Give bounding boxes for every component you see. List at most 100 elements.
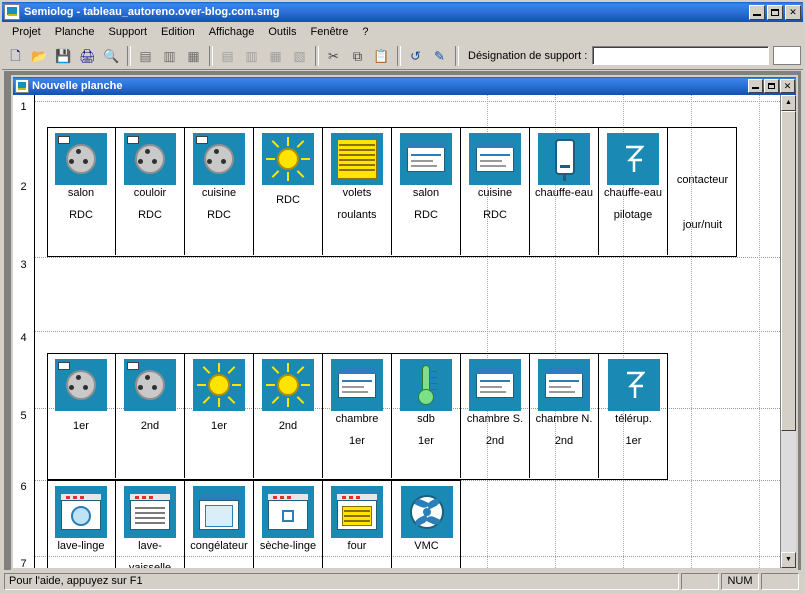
menu-item-projet[interactable]: Projet (5, 24, 48, 40)
scroll-up-button[interactable]: ▲ (781, 95, 796, 111)
edit-label-button[interactable]: ✎ (428, 44, 451, 67)
minimize-button[interactable] (749, 4, 765, 20)
device-label-line1: cuisine (477, 187, 513, 199)
device-cell-volets-roulants[interactable]: volets roulants (323, 127, 392, 255)
insert-column-button[interactable]: ▥ (240, 44, 263, 67)
undo-button[interactable]: ↺ (404, 44, 427, 67)
designation-input[interactable] (592, 46, 769, 65)
device-cell-contacteur-jour-nuit[interactable]: contacteur jour/nuit (668, 127, 737, 255)
board-close-button[interactable]: ✕ (780, 79, 795, 93)
device-cell-lave-vaisselle[interactable]: lave- vaisselle (116, 480, 185, 568)
board-title: Nouvelle planche (32, 80, 123, 92)
device-cell-chambre-nord-2nd[interactable]: chambre N. 2nd (530, 353, 599, 478)
device-cell-lamp-1er[interactable]: 1er (185, 353, 254, 478)
merge-cells-icon: ▦ (269, 48, 282, 63)
device-cell-lave-linge[interactable]: lave-linge (47, 480, 116, 568)
device-cell-chauffe-eau-pilotage[interactable]: chauffe-eau pilotage (599, 127, 668, 255)
control-panel-icon (538, 359, 590, 411)
delete-board-button[interactable]: ▥ (158, 44, 181, 67)
device-cell-four[interactable]: four (323, 480, 392, 568)
device-label-line1: chauffe-eau (535, 187, 593, 199)
scroll-down-button[interactable]: ▼ (781, 552, 796, 568)
tumble-dryer-icon (262, 486, 314, 538)
status-caps (681, 572, 719, 590)
device-cell-lamp-2nd[interactable]: 2nd (254, 353, 323, 478)
print-button[interactable]: 🖨 (76, 44, 99, 67)
control-panel-icon (469, 133, 521, 185)
device-cell-chauffe-eau[interactable]: chauffe-eau (530, 127, 599, 255)
menu-item-edition[interactable]: Edition (154, 24, 202, 40)
magnifier-icon: 🔍 (103, 48, 120, 63)
board-minimize-button[interactable] (748, 79, 763, 93)
device-label-line1: lave- (138, 540, 162, 552)
grid-guide-line-v (759, 95, 761, 568)
board-properties-button[interactable]: ▦ (182, 44, 205, 67)
menu-item-fenetre[interactable]: Fenêtre (303, 24, 355, 40)
board-window-controls: ✕ (748, 79, 795, 93)
board-vertical-scrollbar[interactable]: ▲ ▼ (780, 95, 796, 568)
menu-item-support[interactable]: Support (102, 24, 155, 40)
maximize-button[interactable] (767, 4, 783, 20)
device-label-line1: chambre N. (535, 413, 593, 425)
scissors-icon: ✂ (328, 48, 339, 63)
device-label-line1: chauffe-eau (604, 187, 662, 199)
device-cell-couloir-rdc[interactable]: couloir RDC (116, 127, 185, 255)
device-cell-cuisine-rdc-socket[interactable]: cuisine RDC (185, 127, 254, 255)
menu-item-help[interactable]: ? (355, 24, 375, 40)
device-label-line2: 1er (625, 435, 642, 447)
scroll-thumb[interactable] (781, 111, 796, 431)
copy-icon: ⧉ (352, 48, 363, 63)
open-project-button[interactable]: 📂 (28, 44, 51, 67)
new-project-button[interactable]: 🗋 (4, 44, 27, 67)
grid-canvas[interactable]: salon RDC couloir RDC cuisine RDC RDC vo… (35, 95, 780, 568)
designation-extra-box[interactable] (773, 46, 801, 65)
folder-open-icon: 📂 (31, 48, 48, 63)
socket-icon (55, 133, 107, 185)
device-label-line1: four (347, 540, 367, 552)
socket-icon (124, 359, 176, 411)
device-cell-vmc[interactable]: VMC (392, 480, 461, 568)
device-cell-sdb-1er[interactable]: sdb 1er (392, 353, 461, 478)
device-label-line2: 2nd (554, 435, 574, 447)
grid-remove-icon: ▥ (163, 48, 176, 63)
device-label-line1: sdb (417, 413, 435, 425)
paste-button[interactable]: 📋 (370, 44, 393, 67)
split-cells-button[interactable]: ▧ (288, 44, 311, 67)
band-ground-floor: salon RDC couloir RDC cuisine RDC RDC vo… (47, 127, 737, 257)
washing-machine-icon (55, 486, 107, 538)
close-button[interactable]: ✕ (785, 4, 801, 20)
grid-guide-line (35, 101, 780, 102)
device-cell-lamp-rdc[interactable]: RDC (254, 127, 323, 255)
undo-arrow-icon: ↺ (410, 48, 421, 63)
merge-cells-button[interactable]: ▦ (264, 44, 287, 67)
print-preview-button[interactable]: 🔍 (100, 44, 123, 67)
device-cell-chambre-1er[interactable]: chambre 1er (323, 353, 392, 478)
toolbar-separator-1 (127, 45, 131, 66)
menu-item-outils[interactable]: Outils (261, 24, 303, 40)
device-cell-socket-1er[interactable]: 1er (47, 353, 116, 478)
device-cell-salon-panel[interactable]: salon RDC (392, 127, 461, 255)
board-maximize-button[interactable] (764, 79, 779, 93)
device-label-line2: RDC (414, 209, 438, 221)
row-number-2: 2 (20, 181, 27, 193)
save-project-button[interactable]: 💾 (52, 44, 75, 67)
device-cell-socket-2nd[interactable]: 2nd (116, 353, 185, 478)
cut-button[interactable]: ✂ (322, 44, 345, 67)
menu-item-affichage[interactable]: Affichage (202, 24, 262, 40)
insert-row-button[interactable]: ▤ (216, 44, 239, 67)
relay-icon (607, 359, 660, 411)
device-cell-salon-rdc[interactable]: salon RDC (47, 127, 116, 255)
row-number-6: 6 (20, 481, 27, 493)
device-cell-telerupteur-1er[interactable]: télérup. 1er (599, 353, 668, 478)
device-cell-congelateur[interactable]: congélateur (185, 480, 254, 568)
device-label-line2: RDC (69, 209, 93, 221)
title-bar: Semiolog - tableau_autoreno.over-blog.co… (2, 2, 803, 22)
copy-button[interactable]: ⧉ (346, 44, 369, 67)
device-cell-chambre-sud-2nd[interactable]: chambre S. 2nd (461, 353, 530, 478)
grid-properties-icon: ▦ (187, 48, 200, 63)
add-board-button[interactable]: ▤ (134, 44, 157, 67)
device-cell-cuisine-panel[interactable]: cuisine RDC (461, 127, 530, 255)
board-sheet: 1 2 3 4 5 6 7 salon RDC couloir RDC cuis… (13, 95, 796, 568)
menu-item-planche[interactable]: Planche (48, 24, 102, 40)
device-cell-seche-linge[interactable]: sèche-linge (254, 480, 323, 568)
